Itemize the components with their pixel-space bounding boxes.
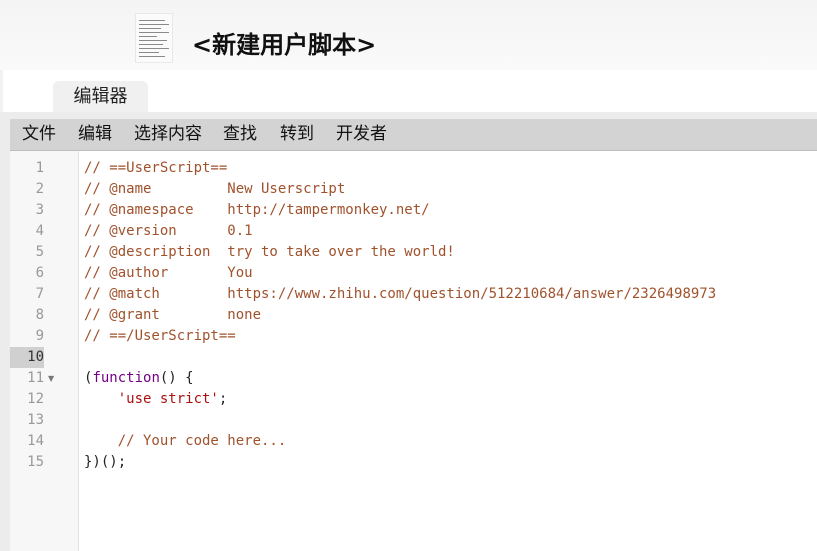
code-line[interactable]: // @match https://www.zhihu.com/question… — [84, 284, 804, 305]
code-line[interactable]: // @version 0.1 — [84, 221, 804, 242]
line-number: 6 — [35, 265, 44, 281]
menu-selection[interactable]: 选择内容 — [134, 119, 202, 150]
code-line[interactable]: // @grant none — [84, 305, 804, 326]
line-number: 14 — [27, 433, 44, 449]
line-number: 9 — [35, 328, 44, 344]
line-number: 1 — [35, 160, 44, 176]
line-number: 12 — [27, 391, 44, 407]
line-number: 13 — [27, 412, 44, 428]
fold-arrow-icon[interactable]: ▼ — [48, 368, 58, 389]
code-line[interactable]: (function() { — [84, 368, 804, 389]
page-title: <新建用户脚本> — [192, 31, 377, 59]
script-logo-icon — [135, 13, 173, 63]
code-line[interactable] — [84, 410, 804, 431]
tab-bar: 编辑器 — [0, 70, 817, 112]
menu-edit[interactable]: 编辑 — [78, 119, 112, 150]
line-number: 5 — [35, 244, 44, 260]
line-number: 11 — [27, 370, 44, 386]
code-line[interactable]: // ==/UserScript== — [84, 326, 804, 347]
tab-editor[interactable]: 编辑器 — [53, 81, 148, 112]
menu-developer[interactable]: 开发者 — [336, 119, 387, 150]
app-header: <新建用户脚本> — [0, 0, 817, 70]
code-line[interactable]: // @name New Userscript — [84, 179, 804, 200]
line-number: 15 — [27, 454, 44, 470]
line-number: 4 — [35, 223, 44, 239]
code-line[interactable]: 'use strict'; — [84, 389, 804, 410]
code-line[interactable]: // @author You — [84, 263, 804, 284]
line-number: 10 — [10, 347, 44, 368]
menu-bar: 文件 编辑 选择内容 查找 转到 开发者 — [10, 119, 817, 151]
code-line[interactable]: })(); — [84, 452, 804, 473]
line-number: 3 — [35, 202, 44, 218]
menu-find[interactable]: 查找 — [223, 119, 257, 150]
line-number: 7 — [35, 286, 44, 302]
code-line[interactable]: // @description try to take over the wor… — [84, 242, 804, 263]
code-line[interactable]: // @namespace http://tampermonkey.net/ — [84, 200, 804, 221]
code-line[interactable]: // Your code here... — [84, 431, 804, 452]
menu-file[interactable]: 文件 — [22, 119, 56, 150]
line-number: 2 — [35, 181, 44, 197]
code-line[interactable]: // ==UserScript== — [84, 158, 804, 179]
menu-goto[interactable]: 转到 — [280, 119, 314, 150]
line-number: 8 — [35, 307, 44, 323]
code-line[interactable] — [84, 347, 804, 368]
